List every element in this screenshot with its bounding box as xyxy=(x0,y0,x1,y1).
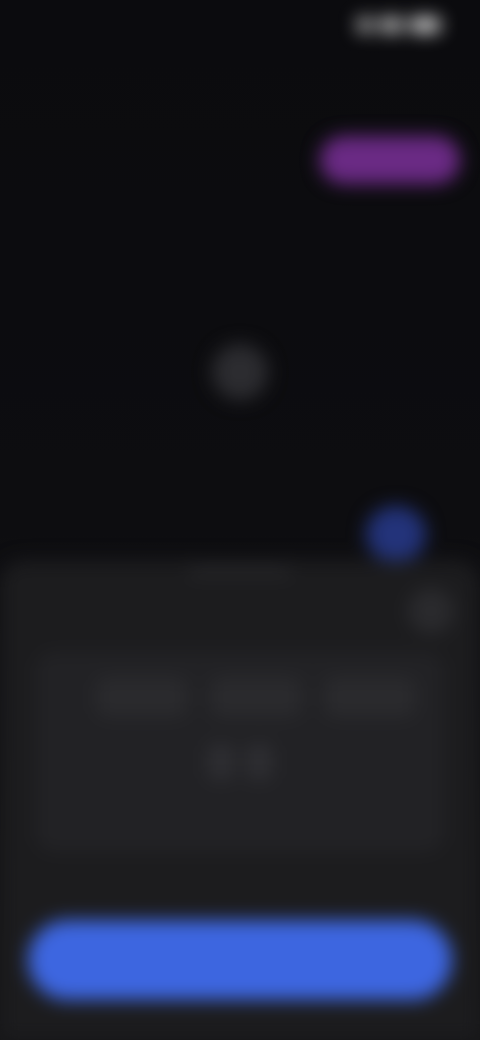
bottom-sheet xyxy=(0,560,480,1040)
app-screen xyxy=(0,0,480,1040)
option-1[interactable] xyxy=(96,677,188,717)
close-icon[interactable] xyxy=(408,588,454,634)
battery-icon xyxy=(410,18,440,32)
sheet-drag-handle[interactable] xyxy=(190,568,290,574)
primary-button[interactable] xyxy=(28,920,452,1000)
sheet-title xyxy=(160,598,320,626)
status-time xyxy=(34,16,106,40)
sheet-row[interactable] xyxy=(36,798,444,838)
empty-state-text xyxy=(150,412,330,438)
page-title xyxy=(36,76,136,100)
blurred-content xyxy=(0,0,480,1040)
quantity-stepper xyxy=(208,742,272,782)
tab-third-active[interactable] xyxy=(320,136,460,184)
option-3[interactable] xyxy=(324,677,416,717)
plus-icon[interactable] xyxy=(366,506,426,562)
stepper-increment[interactable] xyxy=(246,744,272,780)
status-bar xyxy=(0,0,480,60)
tab-first[interactable] xyxy=(40,136,180,184)
option-2[interactable] xyxy=(210,677,302,717)
status-icons xyxy=(358,18,440,32)
wifi-icon xyxy=(380,18,402,32)
option-group xyxy=(96,672,416,722)
signal-icon xyxy=(358,18,372,32)
stepper-decrement[interactable] xyxy=(208,744,234,780)
tab-bar xyxy=(40,130,460,190)
avatar-icon xyxy=(212,344,268,400)
tab-second[interactable] xyxy=(180,136,320,184)
